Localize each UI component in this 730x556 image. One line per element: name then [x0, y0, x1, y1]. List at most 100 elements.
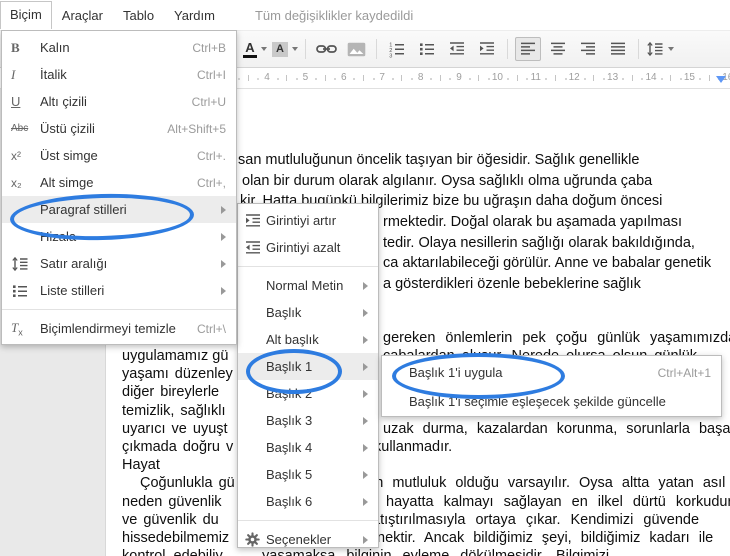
ruler-tick	[478, 75, 480, 81]
toolbar-separator	[305, 39, 306, 59]
ruler-tick	[593, 75, 595, 81]
toolbar-separator	[638, 39, 639, 59]
menu-item-girintiyi-artir[interactable]: Girintiyi artır	[238, 207, 378, 234]
align-right-button[interactable]	[575, 37, 601, 61]
numbered-list-icon: 123	[388, 40, 406, 58]
text-color-button[interactable]: A	[242, 37, 268, 61]
menu-item-normal-metin[interactable]: Normal Metin	[238, 272, 378, 299]
document-text-line: uzak durma, kazalardan korunma, sorunlar…	[383, 421, 730, 437]
clear-formatting-icon: Tx	[11, 319, 23, 338]
numbered-list-button[interactable]: 123	[384, 37, 410, 61]
decrease-indent-button[interactable]	[444, 37, 470, 61]
menu-shortcut-label: Ctrl+\	[196, 321, 226, 336]
menu-item-satir-araligi[interactable]: Satır aralığı	[2, 250, 236, 277]
ruler-tick	[372, 78, 375, 80]
menubar-item-araclar[interactable]: Araçlar	[52, 2, 113, 29]
text-color-icon: A	[243, 41, 257, 58]
menu-item-baslik-6[interactable]: Başlık 6	[238, 488, 378, 515]
toolbar-separator	[376, 39, 377, 59]
menu-item-label: Biçimlendirmeyi temizle	[40, 321, 176, 336]
list-styles-icon	[2, 282, 40, 300]
menu-shortcut-label: Ctrl+B	[192, 40, 226, 55]
menu-item-kalin[interactable]: B Kalın Ctrl+B	[2, 34, 236, 61]
menu-item-baslik-5[interactable]: Başlık 5	[238, 461, 378, 488]
right-indent-marker-icon[interactable]	[716, 76, 726, 83]
italic-icon: I	[11, 66, 16, 82]
menu-item-i-talik[interactable]: I İtalik Ctrl+I	[2, 61, 236, 88]
ruler-tick	[238, 78, 241, 80]
menu-item-liste-stilleri[interactable]: Liste stilleri	[2, 277, 236, 304]
menu-item-secenekler[interactable]: Seçenekler	[238, 526, 378, 553]
ruler-tick	[411, 78, 413, 80]
menu-item-baslik-1[interactable]: Başlık 1	[238, 353, 378, 380]
bold-icon: B	[11, 39, 20, 55]
insert-image-button[interactable]	[343, 37, 369, 61]
submenu-arrow-icon	[221, 259, 226, 268]
menu-item-baslik-1-i-secimle-eslesecek-sekilde-guncelle[interactable]: Başlık 1'i seçimle eşleşecek şekilde gün…	[382, 387, 721, 416]
strikethrough-icon: Abc	[11, 123, 29, 134]
ruler-tick	[545, 78, 548, 80]
menu-item-ust-simge[interactable]: x² Üst simge Ctrl+.	[2, 142, 236, 169]
insert-link-button[interactable]	[313, 37, 339, 61]
ruler-tick	[334, 78, 337, 80]
submenu-arrow-icon	[363, 335, 368, 344]
menu-item-label: Başlık 1'i seçimle eşleşecek şekilde gün…	[409, 394, 666, 409]
menubar-item-tablo[interactable]: Tablo	[113, 2, 164, 29]
ruler-tick	[507, 78, 509, 80]
document-text-line: çıkmada doğru v	[122, 439, 234, 455]
menu-item-alt-baslik[interactable]: Alt başlık	[238, 326, 378, 353]
underline-icon: U	[11, 94, 21, 109]
submenu-arrow-icon	[363, 497, 368, 506]
submenu-arrow-icon	[363, 389, 368, 398]
document-text-line: atıştırılmasıyla ortaya çıkar. Kendimizi…	[372, 512, 700, 528]
align-center-button[interactable]	[545, 37, 571, 61]
submenu-arrow-icon	[221, 232, 226, 241]
document-text-line: gereken önlemlerin pek çoğu günlük yaşam…	[383, 330, 730, 346]
menu-item-girintiyi-azalt[interactable]: Girintiyi azalt	[238, 234, 378, 261]
menu-item-alt-simge[interactable]: x₂ Alt simge Ctrl+,	[2, 169, 236, 196]
document-text-line: kullanmadır.	[374, 439, 453, 455]
menu-item-label: Başlık	[266, 305, 302, 320]
menu-item-label: Alt başlık	[266, 332, 319, 347]
submenu-arrow-icon	[363, 535, 368, 544]
menu-item-hizala[interactable]: Hizala	[2, 223, 236, 250]
menu-item-paragraf-stilleri[interactable]: Paragraf stilleri	[2, 196, 236, 223]
ruler-number: 8	[417, 72, 424, 83]
menu-shortcut-label: Ctrl+U	[191, 94, 226, 109]
document-text-line: rmektedir. Doğal olarak bu aşamada yapıl…	[383, 214, 683, 230]
ruler-number: 4	[264, 72, 270, 83]
heading1-submenu: Başlık 1'i uygula Ctrl+Alt+1 Başlık 1'i se…	[381, 355, 722, 417]
menu-item-label: Satır aralığı	[40, 256, 108, 271]
align-left-button[interactable]	[515, 37, 541, 61]
menu-item-label: Paragraf stilleri	[40, 202, 127, 217]
line-spacing-button[interactable]	[646, 37, 674, 61]
menu-item-label: Üstü çizili	[40, 121, 95, 136]
menu-shortcut-label: Ctrl+.	[196, 148, 226, 163]
menu-item-label: Başlık 1	[266, 359, 313, 374]
document-text-line: san mutluluğunun öncelik taşıyan bir öğe…	[238, 152, 640, 168]
menu-item-baslik-1-i-uygula[interactable]: Başlık 1'i uygula Ctrl+Alt+1	[382, 358, 721, 387]
google-docs-window: san mutluluğunun öncelik taşıyan bir öğe…	[0, 0, 730, 556]
menu-item-baslik-4[interactable]: Başlık 4	[238, 434, 378, 461]
menubar-item-yardim[interactable]: Yardım	[164, 2, 225, 29]
menu-item-bicimlendirmeyi-temizle[interactable]: Tx Biçimlendirmeyi temizle Ctrl+\	[2, 315, 236, 342]
menu-item-baslik[interactable]: Başlık	[238, 299, 378, 326]
ruler-tick	[430, 78, 433, 80]
ruler-tick	[276, 78, 279, 80]
document-text-line: neden güvenlik	[122, 494, 222, 510]
menu-item-alti-cizili[interactable]: U Altı çizili Ctrl+U	[2, 88, 236, 115]
menu-item-baslik-3[interactable]: Başlık 3	[238, 407, 378, 434]
increase-indent-button[interactable]	[474, 37, 500, 61]
align-justify-icon	[609, 40, 627, 58]
ruler-tick	[670, 75, 672, 81]
menu-item-label: Alt simge	[40, 175, 94, 190]
menu-item-baslik-2[interactable]: Başlık 2	[238, 380, 378, 407]
menu-shortcut-label: Ctrl+,	[196, 175, 226, 190]
highlight-color-button[interactable]: A	[272, 37, 298, 61]
indent-increase-icon	[478, 40, 496, 58]
menubar-item-bicim[interactable]: Biçim	[0, 1, 52, 29]
bulleted-list-button[interactable]	[414, 37, 440, 61]
menu-item-label: İtalik	[40, 67, 67, 82]
align-justify-button[interactable]	[605, 37, 631, 61]
menu-item-ustu-cizili[interactable]: Abc Üstü çizili Alt+Shift+5	[2, 115, 236, 142]
